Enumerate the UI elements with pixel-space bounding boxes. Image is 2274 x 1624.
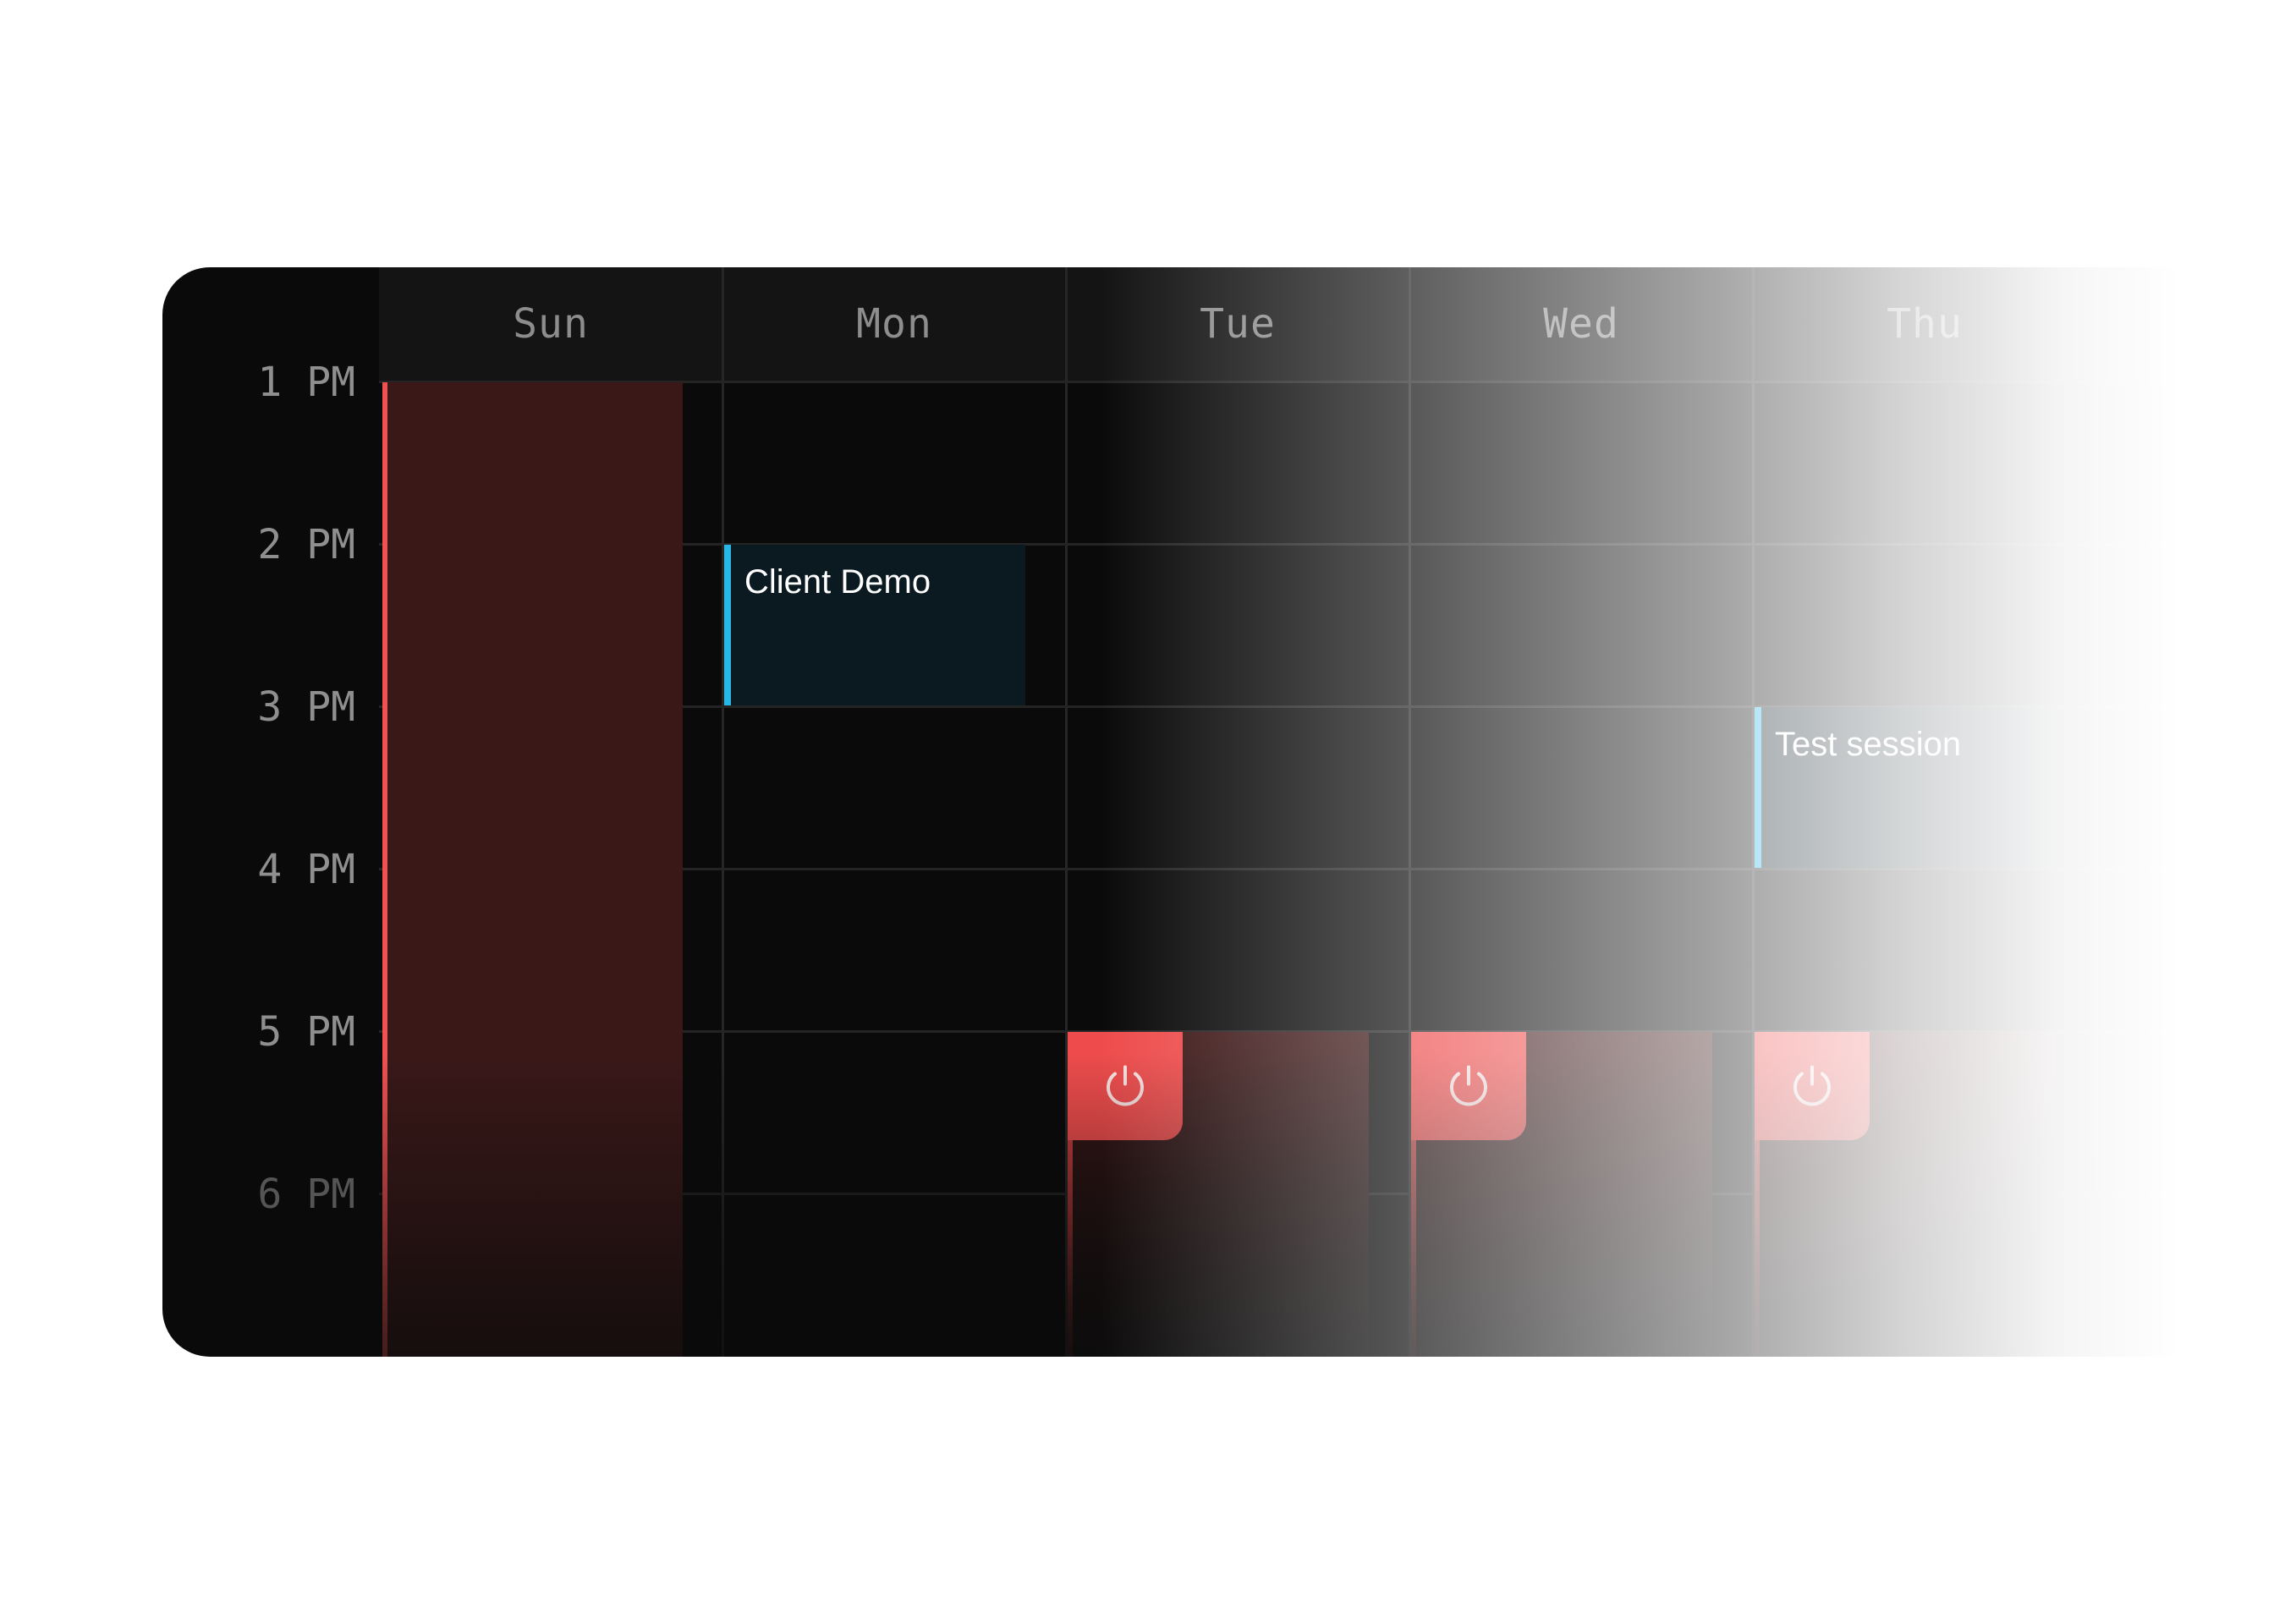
week-calendar: Sun Mon Tue Wed Thu Fri 1 PM 2 PM 3 PM 4…: [162, 267, 2274, 1357]
off-hours-block-thu[interactable]: [1755, 1032, 2056, 1357]
stage: Sun Mon Tue Wed Thu Fri 1 PM 2 PM 3 PM 4…: [0, 0, 2274, 1624]
day-header-row: Sun Mon Tue Wed Thu Fri: [379, 267, 2274, 381]
blocked-day-indicator: [382, 382, 387, 1357]
power-icon: [1107, 1065, 1144, 1106]
day-header-sun[interactable]: Sun: [379, 267, 722, 381]
hour-label-5pm: 5 PM: [257, 1008, 355, 1056]
off-hours-block-wed[interactable]: [1411, 1032, 1712, 1357]
event-test-session[interactable]: Test session: [1755, 707, 2056, 868]
event-color-bar: [724, 545, 731, 705]
blocked-day-sun[interactable]: [382, 382, 683, 1357]
event-title: Test session: [1775, 726, 1962, 763]
hour-label-4pm: 4 PM: [257, 846, 355, 893]
hour-label-1pm: 1 PM: [257, 359, 355, 406]
day-header-wed[interactable]: Wed: [1409, 267, 1753, 381]
power-icon: [1793, 1065, 1831, 1106]
event-title: Client Demo: [744, 563, 931, 601]
power-button[interactable]: [1755, 1032, 1870, 1140]
power-button[interactable]: [1411, 1032, 1526, 1140]
day-header-mon[interactable]: Mon: [722, 267, 1066, 381]
day-header-tue[interactable]: Tue: [1066, 267, 1409, 381]
power-button[interactable]: [1068, 1032, 1183, 1140]
power-icon: [1450, 1065, 1487, 1106]
hour-label-6pm: 6 PM: [257, 1171, 355, 1218]
hour-label-3pm: 3 PM: [257, 683, 355, 731]
event-client-demo[interactable]: Client Demo: [724, 545, 1025, 705]
event-color-bar: [1755, 707, 1761, 868]
off-hours-block-tue[interactable]: [1068, 1032, 1369, 1357]
day-header-fri[interactable]: Fri: [2096, 267, 2274, 381]
hour-label-2pm: 2 PM: [257, 521, 355, 568]
day-header-thu[interactable]: Thu: [1753, 267, 2096, 381]
